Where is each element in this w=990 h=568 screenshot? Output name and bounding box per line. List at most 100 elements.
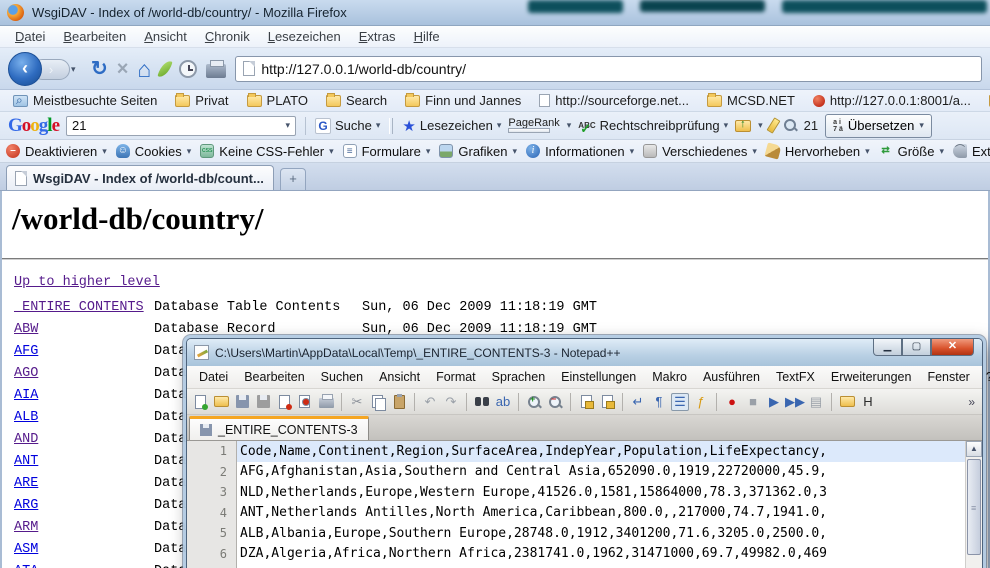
stop-macro-icon[interactable]: ■ [744,393,762,411]
zoom-in-icon[interactable]: + [525,393,543,411]
home-button[interactable]: ⌂ [137,59,151,79]
spellcheck-button[interactable]: ABC Rechtschreibprüfung ▾ [578,118,728,133]
entry-link[interactable]: AFG [14,344,154,359]
toolbar-overflow-icon[interactable]: » [968,395,978,409]
notepad-editor[interactable]: 1Code,Name,Continent,Region,SurfaceArea,… [187,441,982,568]
webdev-menu-button[interactable]: Keine CSS-Fehler ▾ [200,144,333,159]
bookmark-item[interactable]: PLATO [240,92,315,109]
chevron-down-icon[interactable]: ▾ [567,120,572,131]
vertical-scrollbar[interactable]: ▲ ≡ [965,441,982,568]
entry-link[interactable]: ARG [14,498,154,513]
save-all-icon[interactable] [254,393,272,411]
translate-button[interactable]: a i 7 ä Übersetzen ▾ [825,114,932,138]
entry-link[interactable]: ABW [14,322,154,337]
save-macro-icon[interactable]: ▤ [807,393,825,411]
cut-icon[interactable]: ✂ [348,393,366,411]
find-magnifier-icon[interactable] [784,119,797,132]
tab-entire-contents[interactable]: _ENTIRE_CONTENTS-3 [189,416,369,440]
tab-wsgidav[interactable]: WsgiDAV - Index of /world-db/count... [6,165,274,190]
bookmark-item[interactable]: Meistbesuchte Seiten [6,92,164,109]
menu-item[interactable]: Suchen [313,368,371,386]
chevron-down-icon[interactable]: ▾ [919,120,924,131]
close-all-icon[interactable] [296,393,314,411]
chevron-down-icon[interactable]: ▾ [376,120,381,131]
find-icon[interactable] [473,393,491,411]
reload-button[interactable]: ↻ [91,59,108,79]
menu-item[interactable]: ? [978,368,990,386]
entry-link[interactable]: ARM [14,520,154,535]
zoom-out-icon[interactable]: − [546,393,564,411]
back-button[interactable]: ‹ [8,52,42,86]
webdev-menu-button[interactable]: Informationen ▾ [526,144,634,159]
chevron-down-icon[interactable]: ▾ [758,120,763,131]
word-wrap-icon[interactable]: ↵ [629,393,647,411]
history-clock-icon[interactable] [179,60,197,78]
doc-switcher-icon[interactable] [838,393,856,411]
chevron-down-icon[interactable]: ▾ [630,146,635,157]
stop-button[interactable]: × [117,59,129,79]
print-icon[interactable] [206,64,226,78]
webdev-menu-button[interactable]: Cookies ▾ [116,144,192,159]
entry-link[interactable]: AGO [14,366,154,381]
pagerank-widget[interactable]: PageRank [508,118,559,133]
entry-link[interactable]: ARE [14,476,154,491]
entry-link[interactable]: AIA [14,388,154,403]
menu-item[interactable]: Ansicht [135,27,196,46]
menu-item[interactable]: Chronik [196,27,259,46]
chevron-down-icon[interactable]: ▾ [939,146,944,157]
menu-item[interactable]: Ansicht [371,368,428,386]
search-dropdown-icon[interactable]: ▾ [285,120,290,131]
record-macro-icon[interactable]: ● [723,393,741,411]
open-icon[interactable] [212,393,230,411]
history-dropdown-icon[interactable]: ▾ [71,64,76,75]
menu-item[interactable]: Format [428,368,484,386]
sync-vertical-icon[interactable] [577,393,595,411]
bookmark-item[interactable]: MCSD.NET [700,92,802,109]
menu-item[interactable]: Erweiterungen [823,368,920,386]
scrollbar-thumb[interactable]: ≡ [967,459,981,555]
bookmark-item[interactable]: http://127.0.0.1:8001/a... [806,92,978,109]
show-symbols-icon[interactable]: ¶ [650,393,668,411]
function-list-icon[interactable]: ƒ [692,393,710,411]
menu-item[interactable]: Fenster [919,368,977,386]
notepad-titlebar[interactable]: C:\Users\Martin\AppData\Local\Temp\_ENTI… [187,339,982,366]
menu-item[interactable]: Bearbeiten [54,27,135,46]
run-macro-multi-icon[interactable]: ▶▶ [786,393,804,411]
play-macro-icon[interactable]: ▶ [765,393,783,411]
chevron-down-icon[interactable]: ▾ [865,146,870,157]
replace-icon[interactable]: ab [494,393,512,411]
entry-link[interactable]: ANT [14,454,154,469]
webdev-menu-button[interactable]: Größe ▾ [879,144,944,159]
close-icon[interactable] [275,393,293,411]
bookmark-item[interactable]: Finn und Jannes [398,92,528,109]
google-search-value[interactable]: 21 [72,118,285,133]
bookmark-item[interactable]: Search [319,92,394,109]
menu-item[interactable]: Lesezeichen [259,27,350,46]
bookmark-item[interactable]: Privat [168,92,235,109]
html-preview-icon[interactable]: H [859,393,877,411]
menu-item[interactable]: Datei [191,368,236,386]
webdev-menu-button[interactable]: Extras ▾ [953,144,990,159]
menu-item[interactable]: Bearbeiten [236,368,312,386]
url-bar[interactable]: http://127.0.0.1/world-db/country/ [235,56,982,82]
chevron-down-icon[interactable]: ▾ [102,146,107,157]
maximize-button[interactable]: ▢ [902,339,931,356]
close-button[interactable]: ✕ [931,339,974,356]
url-text[interactable]: http://127.0.0.1/world-db/country/ [261,61,466,77]
webdev-menu-button[interactable]: Hervorheben ▾ [766,144,870,159]
up-to-higher-level-link[interactable]: Up to higher level [14,275,160,290]
highlighter-icon[interactable] [766,117,780,133]
minimize-button[interactable]: ▁ [873,339,902,356]
webdev-menu-button[interactable]: Verschiedenes ▾ [643,144,757,159]
firefox-titlebar[interactable]: WsgiDAV - Index of /world-db/country/ - … [0,0,990,26]
menu-item[interactable]: TextFX [768,368,823,386]
new-tab-button[interactable]: + [280,168,306,190]
chevron-down-icon[interactable]: ▾ [329,146,334,157]
send-to-icon[interactable] [735,120,751,132]
chevron-down-icon[interactable]: ▾ [497,120,502,131]
chevron-down-icon[interactable]: ▾ [724,120,729,131]
webdev-menu-button[interactable]: Formulare ▾ [343,144,431,159]
bookmark-item[interactable]: http://sourceforge.net... [532,92,696,109]
redo-icon[interactable]: ↷ [442,393,460,411]
menu-item[interactable]: Einstellungen [553,368,644,386]
